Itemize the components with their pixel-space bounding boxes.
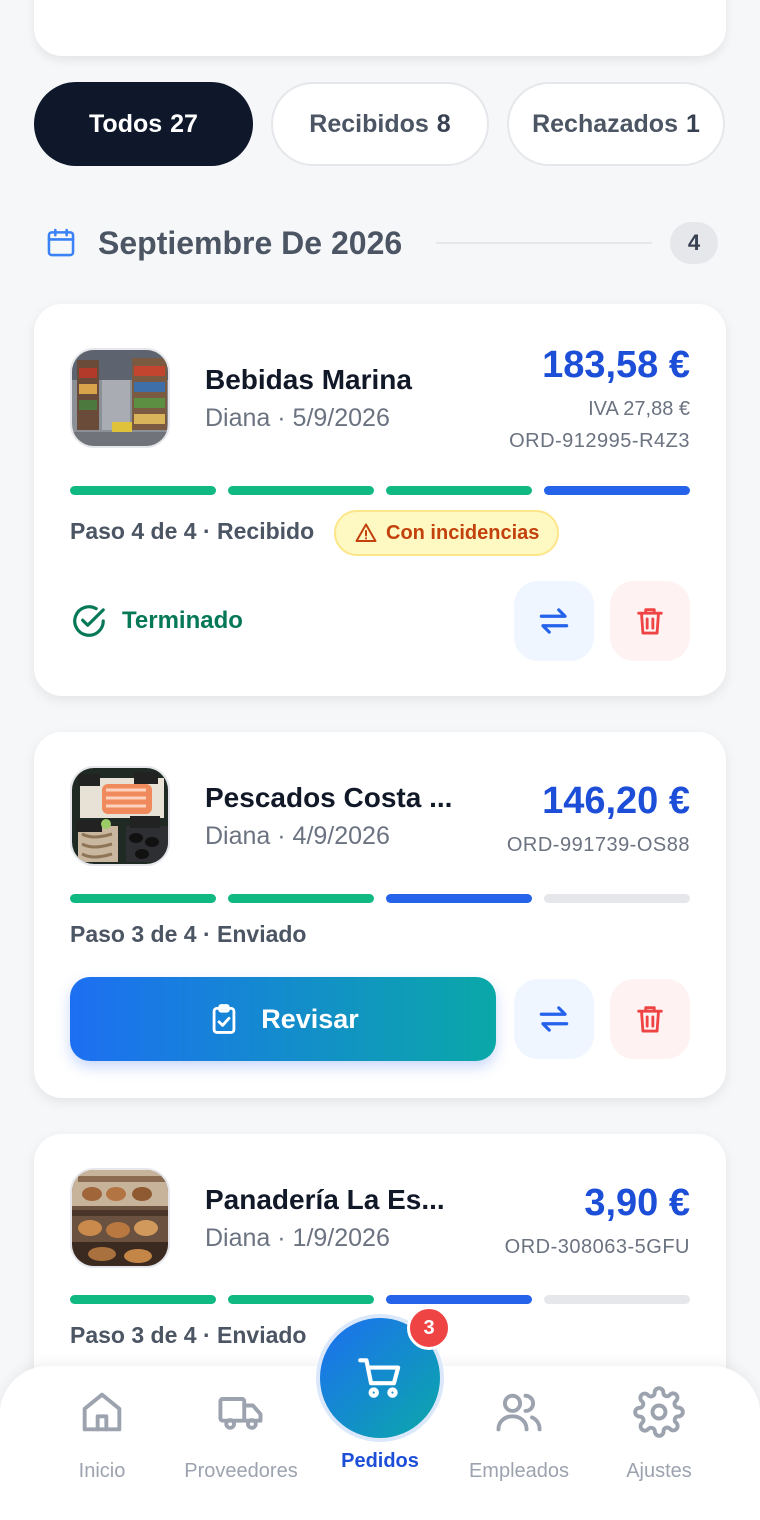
order-id: ORD-308063-5GFU xyxy=(504,1236,690,1258)
cart-icon xyxy=(358,1358,401,1398)
supplier-image xyxy=(70,766,170,866)
nav-empleados[interactable]: Empleados xyxy=(460,1366,578,1520)
filter-rechazados[interactable]: Rechazados 1 xyxy=(507,82,725,166)
order-meta: Diana · 5/9/2026 xyxy=(205,404,390,432)
divider xyxy=(436,242,652,244)
delete-button[interactable] xyxy=(610,581,690,661)
nav-label: Inicio xyxy=(78,1460,126,1482)
order-id: ORD-991739-OS88 xyxy=(506,834,690,856)
users-icon xyxy=(496,1393,542,1432)
previous-card xyxy=(34,0,726,56)
progress-step-3 xyxy=(386,894,532,903)
month-header: Septiembre De 2026 4 xyxy=(44,220,718,266)
nav-label: Empleados xyxy=(468,1460,570,1482)
reorder-button[interactable] xyxy=(514,581,594,661)
order-step: Paso 3 de 4 · Enviado xyxy=(70,921,307,947)
calendar-icon xyxy=(47,228,75,257)
swap-icon xyxy=(539,608,569,634)
trash-icon xyxy=(637,1006,663,1033)
order-progress xyxy=(70,486,690,495)
trash-icon xyxy=(637,608,663,635)
order-total: 183,58 € xyxy=(542,344,690,386)
filter-count: 8 xyxy=(436,109,451,138)
check-circle-icon xyxy=(73,605,105,637)
progress-step-4 xyxy=(544,1295,690,1304)
progress-step-3 xyxy=(386,1295,532,1304)
filter-tabs: Todos 27 Recibidos 8 Rechazados 1 xyxy=(34,82,725,166)
supplier-name: Bebidas Marina xyxy=(205,364,412,395)
order-card[interactable]: Pescados Costa ... Diana · 4/9/2026 146,… xyxy=(34,732,726,1098)
nav-label: Proveedores xyxy=(184,1460,298,1482)
order-step: Paso 3 de 4 · Enviado xyxy=(70,1322,307,1348)
filter-label: Todos xyxy=(89,109,163,138)
order-progress xyxy=(70,894,690,903)
issues-badge[interactable]: Con incidencias xyxy=(334,510,560,556)
progress-step-2 xyxy=(228,894,374,903)
supplier-name: Panadería La Es... xyxy=(205,1184,445,1215)
progress-step-4 xyxy=(544,486,690,495)
filter-recibidos[interactable]: Recibidos 8 xyxy=(271,82,489,166)
nav-proveedores[interactable]: Proveedores xyxy=(176,1366,306,1520)
supplier-name: Pescados Costa ... xyxy=(205,782,453,813)
review-button[interactable]: Revisar xyxy=(70,977,496,1061)
gear-icon xyxy=(633,1386,685,1438)
order-iva: IVA 27,88 € xyxy=(588,398,690,420)
order-progress xyxy=(70,1295,690,1304)
warning-icon xyxy=(355,523,377,542)
order-status: Terminado xyxy=(70,602,243,640)
progress-step-1 xyxy=(70,1295,216,1304)
review-label: Revisar xyxy=(261,1003,359,1034)
order-step: Paso 4 de 4 · Recibido xyxy=(70,518,315,544)
clipboard-check-icon xyxy=(212,1004,236,1034)
order-meta: Diana · 4/9/2026 xyxy=(205,822,390,850)
progress-step-2 xyxy=(228,486,374,495)
nav-inicio[interactable]: Inicio xyxy=(62,1366,142,1520)
reorder-button[interactable] xyxy=(514,979,594,1059)
month-count-badge: 4 xyxy=(670,222,718,264)
filter-label: Rechazados xyxy=(532,109,678,138)
order-total: 146,20 € xyxy=(542,780,690,822)
nav-label: Ajustes xyxy=(626,1460,692,1482)
nav-label-active[interactable]: Pedidos xyxy=(341,1450,419,1473)
filter-label: Recibidos xyxy=(309,109,429,138)
truck-icon xyxy=(218,1397,263,1430)
progress-step-1 xyxy=(70,486,216,495)
cart-badge: 3 xyxy=(407,1306,451,1350)
progress-step-2 xyxy=(228,1295,374,1304)
order-total: 3,90 € xyxy=(584,1182,690,1224)
delete-button[interactable] xyxy=(610,979,690,1059)
month-title: Septiembre De 2026 xyxy=(98,224,403,261)
progress-step-4 xyxy=(544,894,690,903)
filter-count: 1 xyxy=(685,109,700,138)
filter-todos[interactable]: Todos 27 xyxy=(34,82,253,166)
progress-step-3 xyxy=(386,486,532,495)
progress-step-1 xyxy=(70,894,216,903)
order-meta: Diana · 1/9/2026 xyxy=(205,1224,390,1252)
issues-label: Con incidencias xyxy=(386,521,540,544)
nav-ajustes[interactable]: Ajustes xyxy=(616,1366,702,1520)
home-icon xyxy=(82,1392,122,1432)
order-card[interactable]: Bebidas Marina Diana · 5/9/2026 183,58 €… xyxy=(34,304,726,696)
supplier-image xyxy=(70,348,170,448)
status-label: Terminado xyxy=(122,607,243,634)
swap-icon xyxy=(539,1006,569,1032)
filter-count: 27 xyxy=(170,109,198,138)
supplier-image xyxy=(70,1168,170,1268)
order-id: ORD-912995-R4Z3 xyxy=(509,430,690,452)
